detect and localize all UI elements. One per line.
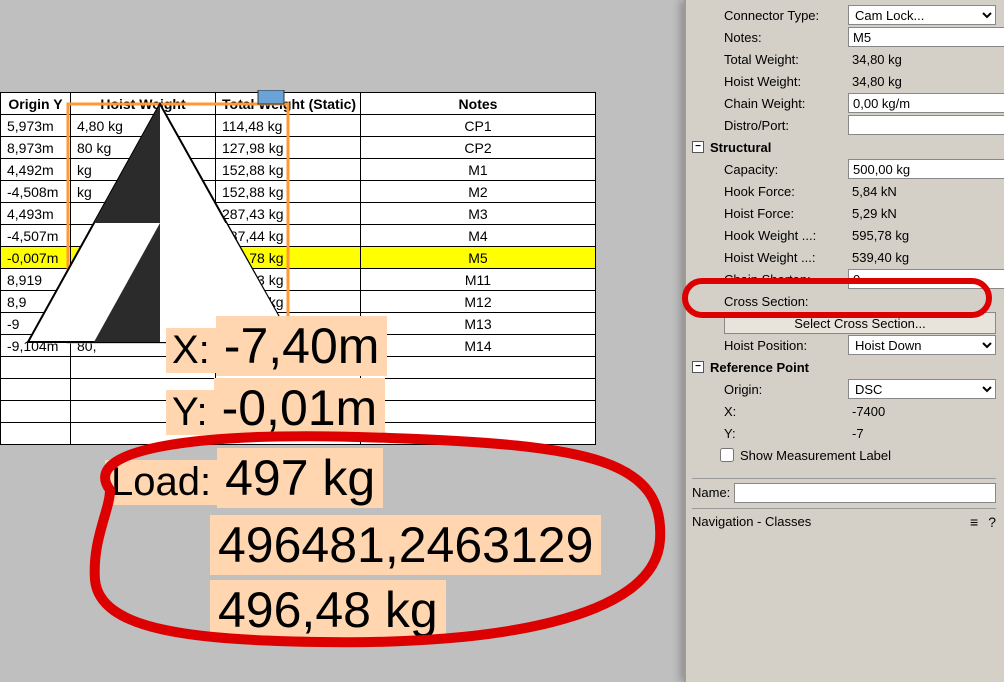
section-structural-label: Structural [710,140,771,155]
notes-cell[interactable]: M1 [361,159,596,181]
hoist-force-label: Hoist Force: [724,206,844,221]
notes-cell[interactable]: M14 [361,335,596,357]
chain-weight-input[interactable] [848,93,1004,113]
hook-weight-label: Hook Weight ...: [724,228,844,243]
header-notes[interactable]: Notes [361,93,596,115]
hook-force-value: 5,84 kN [848,184,996,199]
origin-y-cell[interactable] [1,357,71,379]
menu-icon[interactable]: ≡ [970,514,978,530]
notes-input[interactable] [848,27,1004,47]
x-label: X: [724,404,844,419]
notes-cell[interactable]: M5 [361,247,596,269]
hook-force-label: Hook Force: [724,184,844,199]
name-label: Name: [692,485,730,500]
connector-type-select[interactable]: Cam Lock... [848,5,996,25]
readout-y-label: Y: [166,390,214,435]
origin-label: Origin: [724,382,844,397]
capacity-input[interactable] [848,159,1004,179]
readout-load: Load:497 kg [105,448,383,508]
notes-cell[interactable]: CP2 [361,137,596,159]
notes-cell[interactable]: M13 [361,313,596,335]
chain-shorten-input[interactable] [848,269,1004,289]
select-cross-section-button[interactable]: Select Cross Section... [724,312,996,334]
show-measurement-label: Show Measurement Label [740,448,891,463]
origin-y-cell[interactable] [1,379,71,401]
collapse-icon[interactable]: − [692,361,704,373]
hoist-position-label: Hoist Position: [724,338,844,353]
show-measurement-checkbox[interactable] [720,448,734,462]
total-weight-value: 34,80 kg [848,52,996,67]
hook-weight-value: 595,78 kg [848,228,996,243]
distro-port-label: Distro/Port: [724,118,844,133]
readout-y-value: -0,01m [214,378,386,438]
x-value: -7400 [848,404,996,419]
readout-longnum: 496481,2463129 [210,515,601,575]
origin-y-cell[interactable] [1,423,71,445]
notes-cell[interactable]: M3 [361,203,596,225]
readout-loadkg-value: 496,48 kg [210,580,446,640]
readout-longnum-value: 496481,2463129 [210,515,601,575]
section-refpoint-label: Reference Point [710,360,809,375]
notes-cell[interactable]: M4 [361,225,596,247]
notes-cell[interactable]: CP1 [361,115,596,137]
help-icon[interactable]: ? [988,514,996,530]
connector-type-label: Connector Type: [724,8,844,23]
distro-port-input[interactable] [848,115,1004,135]
notes-cell[interactable] [361,379,596,401]
notes-cell[interactable]: M11 [361,269,596,291]
readout-x-value: -7,40m [216,316,388,376]
name-input[interactable] [734,483,996,503]
capacity-label: Capacity: [724,162,844,177]
readout-loadkg: 496,48 kg [210,580,446,640]
cross-section-label: Cross Section: [724,294,844,309]
notes-cell[interactable]: M2 [361,181,596,203]
total-weight-label: Total Weight: [724,52,844,67]
origin-select[interactable]: DSC [848,379,996,399]
properties-panel: Connector Type: Cam Lock... Notes: Total… [684,0,1004,682]
y-label: Y: [724,426,844,441]
y-value: -7 [848,426,996,441]
collapse-icon[interactable]: − [692,141,704,153]
notes-cell[interactable] [361,401,596,423]
origin-y-cell[interactable] [1,401,71,423]
hoist-position-select[interactable]: Hoist Down [848,335,996,355]
readout-load-value: 497 kg [217,448,383,508]
notes-cell[interactable] [361,357,596,379]
chain-weight-label: Chain Weight: [724,96,844,111]
hoist-weight2-label: Hoist Weight ...: [724,250,844,265]
hoist-symbol[interactable] [18,90,303,350]
readout-y: Y:-0,01m [166,378,385,438]
hoist-force-value: 5,29 kN [848,206,996,221]
notes-cell[interactable] [361,423,596,445]
chain-shorten-label: Chain Shorten: [724,272,844,287]
readout-x-label: X: [166,328,216,373]
readout-load-label: Load: [105,460,217,505]
readout-x: X:-7,40m [166,316,387,376]
hoist-weight-label: Hoist Weight: [724,74,844,89]
navigation-classes-label[interactable]: Navigation - Classes [692,514,811,529]
notes-cell[interactable]: M12 [361,291,596,313]
hoist-weight-value: 34,80 kg [848,74,996,89]
hoist-weight2-value: 539,40 kg [848,250,996,265]
notes-label: Notes: [724,30,844,45]
